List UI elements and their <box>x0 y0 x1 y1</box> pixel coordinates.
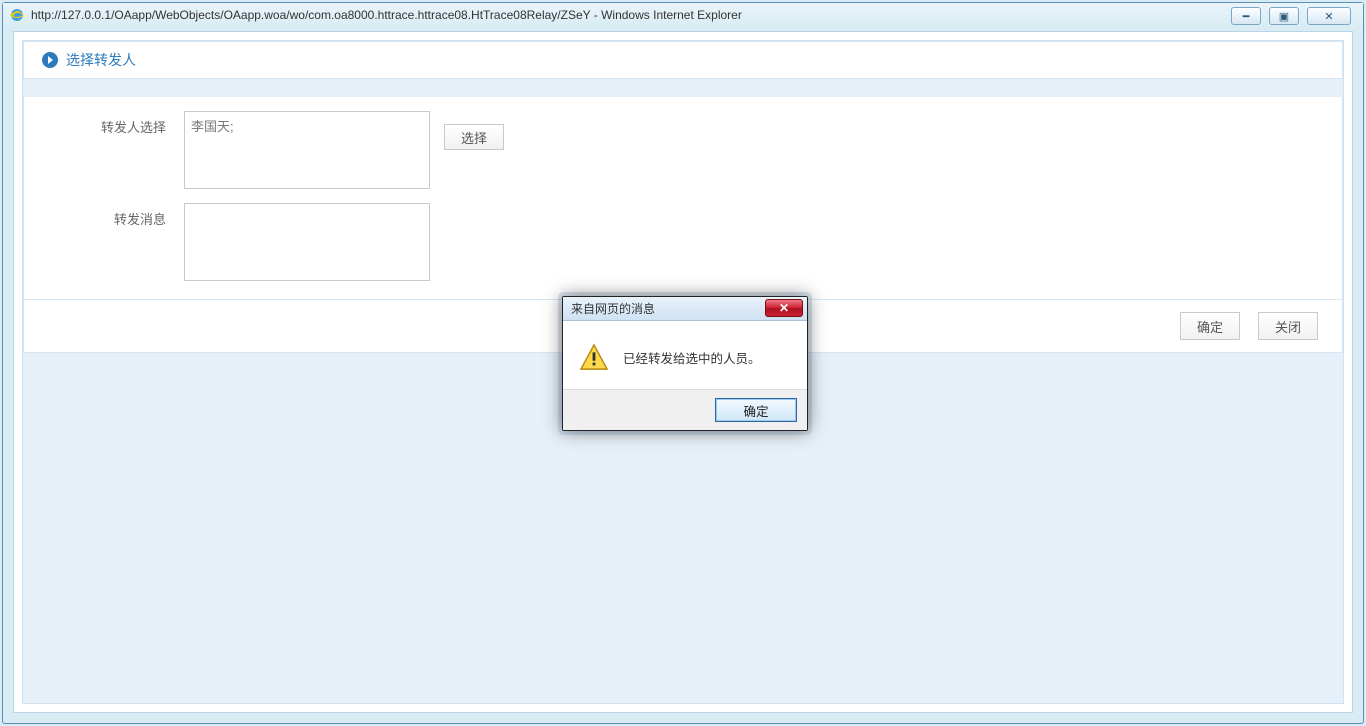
forwarder-label: 转发人选择 <box>24 111 184 136</box>
form-row-message: 转发消息 <box>24 189 1342 299</box>
warning-icon <box>579 343 609 371</box>
titlebar: http://127.0.0.1/OAapp/WebObjects/OAapp.… <box>3 3 1363 27</box>
confirm-button[interactable]: 确定 <box>1180 312 1240 340</box>
window-title: http://127.0.0.1/OAapp/WebObjects/OAapp.… <box>31 8 742 22</box>
form-row-forwarder: 转发人选择 选择 <box>24 97 1342 189</box>
maximize-button[interactable]: ▣ <box>1269 7 1299 25</box>
arrow-right-icon <box>42 52 58 68</box>
forwarder-input[interactable] <box>184 111 430 189</box>
minimize-button[interactable]: ━ <box>1231 7 1261 25</box>
window-close-button[interactable]: ✕ <box>1307 7 1351 25</box>
alert-title-text: 来自网页的消息 <box>571 300 655 317</box>
message-label: 转发消息 <box>24 203 184 228</box>
alert-ok-button[interactable]: 确定 <box>715 398 797 422</box>
panel-title-bar: 选择转发人 <box>23 41 1343 79</box>
alert-message: 已经转发给选中的人员。 <box>623 348 761 367</box>
alert-close-button[interactable]: ✕ <box>765 299 803 317</box>
close-button[interactable]: 关闭 <box>1258 312 1318 340</box>
panel-title-text: 选择转发人 <box>66 50 136 70</box>
select-button[interactable]: 选择 <box>444 124 504 150</box>
alert-dialog: 来自网页的消息 ✕ 已经转发给选中的人员。 确定 <box>562 296 808 431</box>
window-controls: ━ ▣ ✕ <box>1231 7 1351 25</box>
alert-body: 已经转发给选中的人员。 <box>563 321 807 389</box>
ie-icon <box>9 7 25 23</box>
message-input[interactable] <box>184 203 430 281</box>
alert-footer: 确定 <box>563 389 807 430</box>
